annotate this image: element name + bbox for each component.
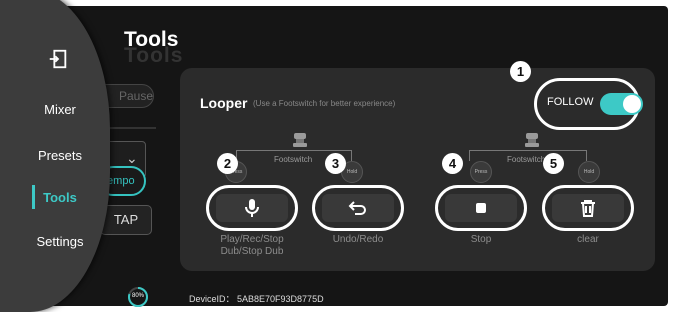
connector-line — [351, 150, 352, 161]
connector-line — [469, 150, 586, 151]
page-title: Tools — [124, 28, 179, 51]
follow-label: FOLLOW — [547, 96, 594, 108]
follow-toggle[interactable] — [600, 93, 643, 115]
battery-percent: 80% — [131, 293, 144, 299]
screenshot-frame: Pause ⌄ tempo TAP Tools Tools Mixer Pres… — [0, 0, 673, 312]
stop-square-icon — [476, 203, 486, 213]
press-indicator: Press — [470, 161, 492, 183]
sidebar-item-tools[interactable]: Tools — [18, 190, 102, 205]
microphone-icon — [245, 199, 259, 217]
device-id: DeviceID： 5AB8E70F93D8775D — [189, 294, 324, 304]
looper-card: Looper (Use a Footswitch for better expe… — [180, 68, 655, 271]
undo-button[interactable] — [312, 185, 404, 231]
footswitch-label: Footswitch — [274, 155, 313, 164]
record-caption: Play/Rec/Stop Dub/Stop Dub — [200, 234, 304, 258]
clear-button[interactable] — [542, 185, 634, 231]
trash-icon — [581, 200, 595, 217]
sidebar-item-mixer[interactable]: Mixer — [18, 102, 102, 117]
looper-title: Looper — [200, 95, 248, 111]
callout-badge-2: 2 — [217, 153, 238, 174]
hold-indicator: Hold — [578, 161, 600, 183]
callout-badge-4: 4 — [442, 153, 463, 174]
sidebar-item-presets[interactable]: Presets — [18, 148, 102, 163]
undo-caption: Undo/Redo — [332, 234, 384, 245]
pause-label: Pause — [119, 89, 154, 103]
callout-badge-1: 1 — [510, 61, 531, 82]
undo-arrow-icon — [348, 201, 366, 215]
caption-line: Dub/Stop Dub — [220, 246, 284, 257]
footswitch-label: Footswitch — [507, 155, 546, 164]
chevron-down-icon: ⌄ — [126, 150, 138, 166]
connector-line — [236, 150, 351, 151]
caption-line: Play/Rec/Stop — [220, 234, 284, 245]
looper-hint: (Use a Footswitch for better experience) — [253, 99, 396, 108]
connector-line — [586, 150, 587, 161]
footswitch-icon — [525, 133, 539, 147]
connector-line — [469, 150, 470, 161]
stop-caption: Stop — [470, 234, 492, 245]
record-button[interactable] — [206, 185, 298, 231]
clear-caption: clear — [577, 234, 599, 245]
sidebar-item-settings[interactable]: Settings — [18, 234, 102, 249]
exit-door-icon[interactable] — [47, 48, 69, 70]
tap-button[interactable]: TAP — [100, 205, 152, 235]
toggle-knob — [623, 95, 641, 113]
callout-badge-5: 5 — [543, 153, 564, 174]
callout-badge-3: 3 — [325, 153, 346, 174]
footswitch-icon — [293, 133, 307, 147]
stop-button[interactable] — [435, 185, 527, 231]
